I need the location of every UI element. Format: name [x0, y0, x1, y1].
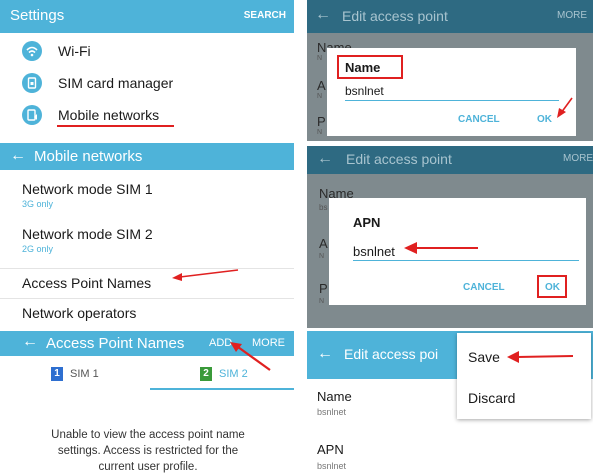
mobile-data-icon [22, 105, 42, 125]
back-arrow-icon[interactable]: ← [317, 345, 333, 363]
edit-name-panel: ← Edit access point MORE Name N A N P N … [307, 0, 593, 141]
apn-list-panel: ← Access Point Names ADD MORE 1 SIM 1 2 … [0, 331, 294, 476]
list-item-subtitle: 2G only [22, 244, 54, 254]
bg-field-label: P [319, 281, 328, 296]
bg-field-sub: N [317, 129, 323, 136]
annotation-arrow [557, 97, 573, 118]
apn-title: Access Point Names [46, 335, 185, 352]
annotation-arrow [172, 269, 239, 281]
bg-field-sub: bs [319, 203, 328, 212]
ok-annotation-box [537, 275, 567, 298]
settings-panel: Settings SEARCH Wi-Fi SIM card manager M… [0, 0, 294, 133]
field-apn[interactable]: APN bsnlnet [307, 437, 593, 475]
name-title-annotation-box [337, 55, 403, 79]
settings-item-sim-card-manager[interactable]: SIM card manager [0, 68, 294, 98]
sim-card-icon [22, 73, 42, 93]
network-mode-sim2-item[interactable]: Network mode SIM 2 2G only [0, 224, 294, 264]
network-operators-item[interactable]: Network operators [0, 298, 294, 326]
sim2-badge-icon: 2 [200, 367, 212, 381]
field-value: bsnlnet [317, 461, 347, 471]
bg-field-sub: N [317, 93, 323, 100]
bg-field-label: A [317, 78, 326, 93]
settings-app-bar: Settings SEARCH [0, 0, 294, 33]
ok-button[interactable]: OK [537, 114, 552, 125]
list-item-title: Network mode SIM 1 [22, 181, 153, 197]
edit-app-bar: ← Edit access point MORE [307, 0, 593, 33]
mobile-networks-app-bar: ← Mobile networks [0, 143, 294, 170]
settings-item-label: Mobile networks [58, 107, 160, 123]
edit-app-bar: ← Edit access point MORE [307, 146, 593, 174]
back-arrow-icon[interactable]: ← [22, 333, 38, 351]
bg-field-sub: N [319, 298, 325, 305]
overflow-menu: Save Discard [457, 333, 591, 419]
edit-title: Edit access poi [344, 346, 439, 362]
search-button[interactable]: SEARCH [244, 10, 286, 21]
list-item-title: Access Point Names [22, 275, 152, 291]
more-button[interactable]: MORE [563, 153, 593, 164]
annotation-arrow [507, 351, 574, 363]
save-menu-item[interactable]: Save [468, 349, 500, 365]
settings-item-wifi[interactable]: Wi-Fi [0, 36, 294, 66]
tab-sim1[interactable]: 1 SIM 1 [0, 359, 147, 391]
tab-label: SIM 1 [70, 368, 99, 380]
back-arrow-icon[interactable]: ← [10, 147, 26, 165]
cancel-button[interactable]: CANCEL [463, 282, 505, 293]
restricted-message: Unable to view the access point name set… [51, 429, 245, 473]
apn-input[interactable]: bsnlnet [353, 244, 395, 259]
bg-field-sub: N [319, 253, 325, 260]
edit-title: Edit access point [342, 8, 448, 24]
field-value: bsnlnet [317, 407, 347, 417]
bg-field-label: A [319, 236, 328, 251]
back-arrow-icon[interactable]: ← [317, 150, 333, 168]
more-button[interactable]: MORE [557, 10, 587, 21]
field-label: APN [317, 442, 344, 457]
edit-save-panel: ← Edit access poi Name bsnlnet APN bsnln… [307, 331, 593, 476]
bg-field-sub: N [317, 55, 323, 62]
name-dialog: Name bsnlnet CANCEL OK [327, 48, 576, 136]
list-item-title: Network mode SIM 2 [22, 226, 153, 242]
list-item-subtitle: 3G only [22, 199, 54, 209]
tab-label: SIM 2 [219, 368, 248, 380]
cancel-button[interactable]: CANCEL [458, 114, 500, 125]
dialog-title: APN [353, 215, 381, 230]
list-item-title: Network operators [22, 305, 137, 321]
wifi-icon [22, 41, 42, 61]
field-label: Name [317, 389, 352, 404]
discard-menu-item[interactable]: Discard [468, 390, 515, 406]
mobile-networks-annotation-underline [57, 125, 174, 127]
mobile-networks-title: Mobile networks [34, 148, 143, 165]
edit-apn-panel: ← Edit access point MORE Name bs A N P N… [307, 146, 593, 328]
tab-indicator [150, 388, 294, 390]
settings-item-label: SIM card manager [58, 75, 174, 91]
input-underline [345, 100, 559, 101]
back-arrow-icon[interactable]: ← [315, 6, 331, 24]
edit-title: Edit access point [346, 151, 452, 167]
settings-title: Settings [10, 7, 65, 24]
bg-field-label: P [317, 114, 326, 129]
tab-sim2[interactable]: 2 SIM 2 [150, 359, 294, 391]
access-point-names-item[interactable]: Access Point Names [0, 268, 294, 296]
annotation-arrow [404, 242, 478, 254]
input-underline [353, 260, 579, 261]
sim1-badge-icon: 1 [51, 367, 63, 381]
name-input[interactable]: bsnlnet [345, 84, 384, 98]
network-mode-sim1-item[interactable]: Network mode SIM 1 3G only [0, 179, 294, 219]
settings-item-label: Wi-Fi [58, 43, 91, 59]
settings-item-mobile-networks[interactable]: Mobile networks [0, 100, 294, 130]
mobile-networks-panel: ← Mobile networks Network mode SIM 1 3G … [0, 143, 294, 329]
